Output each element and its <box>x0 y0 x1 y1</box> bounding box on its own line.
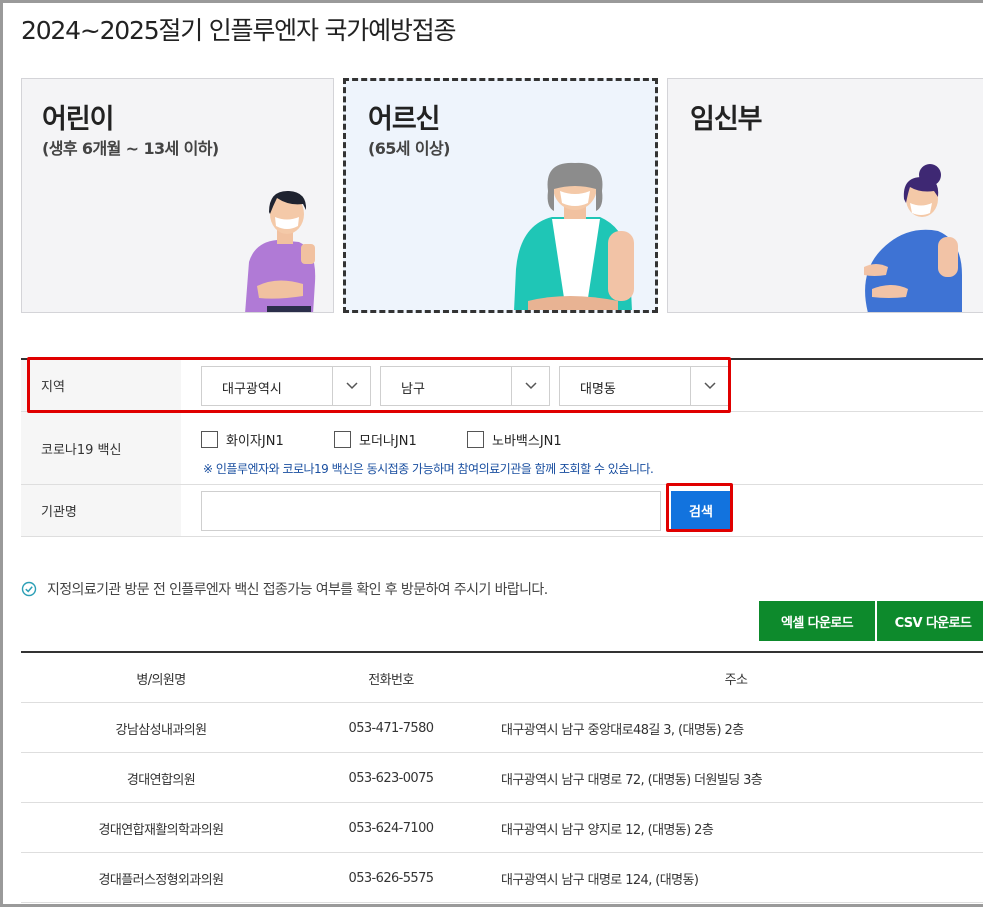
card-title: 어르신 <box>368 104 441 135</box>
clinic-phone: 053-623-0075 <box>348 770 435 786</box>
checkbox-box[interactable] <box>467 431 484 448</box>
checkbox-box[interactable] <box>334 431 351 448</box>
search-form: 지역 대구광역시 남구 대명동 코로나19 백신 화이자JN1 모더나JN1 노… <box>21 358 983 537</box>
child-illustration-icon <box>245 190 316 312</box>
checkbox-label: 노바백스JN1 <box>492 434 562 449</box>
excel-download-button[interactable]: 엑셀 다운로드 <box>759 601 875 641</box>
checkbox-moderna[interactable]: 모더나JN1 <box>334 430 417 449</box>
table-row[interactable]: 경대플러스정형외과의원 053-626-5575 대구광역시 남구 대명로 12… <box>21 853 983 903</box>
table-row[interactable]: 강남삼성내과의원 053-471-7580 대구광역시 남구 중앙대로48길 3… <box>21 703 983 753</box>
select-province[interactable]: 대구광역시 <box>201 366 371 406</box>
card-subtitle: (생후 6개월 ~ 13세 이하) <box>42 139 219 158</box>
checkbox-novavax[interactable]: 노바백스JN1 <box>467 430 562 449</box>
institution-label: 기관명 <box>21 485 181 536</box>
csv-download-button[interactable]: CSV 다운로드 <box>877 601 983 641</box>
clinic-name: 경대연합의원 <box>126 772 196 788</box>
chevron-down-icon <box>511 367 549 405</box>
chevron-down-icon <box>332 367 370 405</box>
clinic-address: 대구광역시 남구 양지로 12, (대명동) 2층 <box>501 822 714 838</box>
card-title: 임신부 <box>690 104 763 135</box>
clinic-address: 대구광역시 남구 대명로 72, (대명동) 더원빌딩 3층 <box>501 772 763 788</box>
page-title: 2024~2025절기 인플루엔자 국가예방접종 <box>21 16 456 45</box>
select-value: 대명동 <box>580 382 616 397</box>
covid-label: 코로나19 백신 <box>21 412 181 484</box>
clinic-phone: 053-471-7580 <box>348 720 435 736</box>
clinic-name: 강남삼성내과의원 <box>115 722 207 738</box>
clinic-address: 대구광역시 남구 중앙대로48길 3, (대명동) 2층 <box>501 722 744 738</box>
search-button[interactable]: 검색 <box>671 491 731 529</box>
card-seniors[interactable]: 어르신 (65세 이상) <box>343 78 658 313</box>
table-row[interactable]: 경대연합재활의학과의원 053-624-7100 대구광역시 남구 양지로 12… <box>21 803 983 853</box>
clinic-phone: 053-626-5575 <box>348 870 435 886</box>
pregnant-illustration-icon <box>864 164 962 312</box>
checkbox-pfizer[interactable]: 화이자JN1 <box>201 430 284 449</box>
header-address: 주소 <box>724 672 748 688</box>
page-frame: 2024~2025절기 인플루엔자 국가예방접종 어린이 (생후 6개월 ~ 1… <box>0 0 983 907</box>
check-circle-icon <box>21 581 37 597</box>
notice: 지정의료기관 방문 전 인플루엔자 백신 접종가능 여부를 확인 후 방문하여 … <box>21 579 548 599</box>
clinic-phone: 053-624-7100 <box>348 820 435 836</box>
region-label: 지역 <box>21 360 181 411</box>
results-table: 병/의원명 전화번호 주소 강남삼성내과의원 053-471-7580 대구광역… <box>21 651 983 903</box>
select-value: 남구 <box>401 382 425 397</box>
clinic-name: 경대연합재활의학과의원 <box>98 822 225 838</box>
table-header: 병/의원명 전화번호 주소 <box>21 653 983 703</box>
row-covid-vaccine: 코로나19 백신 화이자JN1 모더나JN1 노바백스JN1 ※ 인플루엔자와 … <box>21 412 983 485</box>
notice-text: 지정의료기관 방문 전 인플루엔자 백신 접종가능 여부를 확인 후 방문하여 … <box>47 582 548 598</box>
card-subtitle: (65세 이상) <box>368 139 450 158</box>
checkbox-label: 화이자JN1 <box>226 434 284 449</box>
row-region: 지역 대구광역시 남구 대명동 <box>21 360 983 412</box>
row-institution: 기관명 검색 <box>21 485 983 537</box>
select-district[interactable]: 남구 <box>380 366 550 406</box>
institution-name-input[interactable] <box>201 491 661 531</box>
select-value: 대구광역시 <box>222 382 282 397</box>
card-title: 어린이 <box>42 104 115 135</box>
chevron-down-icon <box>690 367 728 405</box>
checkbox-box[interactable] <box>201 431 218 448</box>
card-pregnant[interactable]: 임신부 <box>667 78 983 313</box>
table-row[interactable]: 경대연합의원 053-623-0075 대구광역시 남구 대명로 72, (대명… <box>21 753 983 803</box>
senior-illustration-icon <box>514 162 634 310</box>
clinic-address: 대구광역시 남구 대명로 124, (대명동) <box>501 872 699 888</box>
clinic-name: 경대플러스정형외과의원 <box>98 872 225 888</box>
covid-note: ※ 인플루엔자와 코로나19 백신은 동시접종 가능하며 참여의료기관을 함께 … <box>203 462 654 476</box>
card-children[interactable]: 어린이 (생후 6개월 ~ 13세 이하) <box>21 78 334 313</box>
checkbox-label: 모더나JN1 <box>359 434 417 449</box>
header-name: 병/의원명 <box>136 672 186 688</box>
select-neighborhood[interactable]: 대명동 <box>559 366 729 406</box>
header-phone: 전화번호 <box>368 672 414 688</box>
